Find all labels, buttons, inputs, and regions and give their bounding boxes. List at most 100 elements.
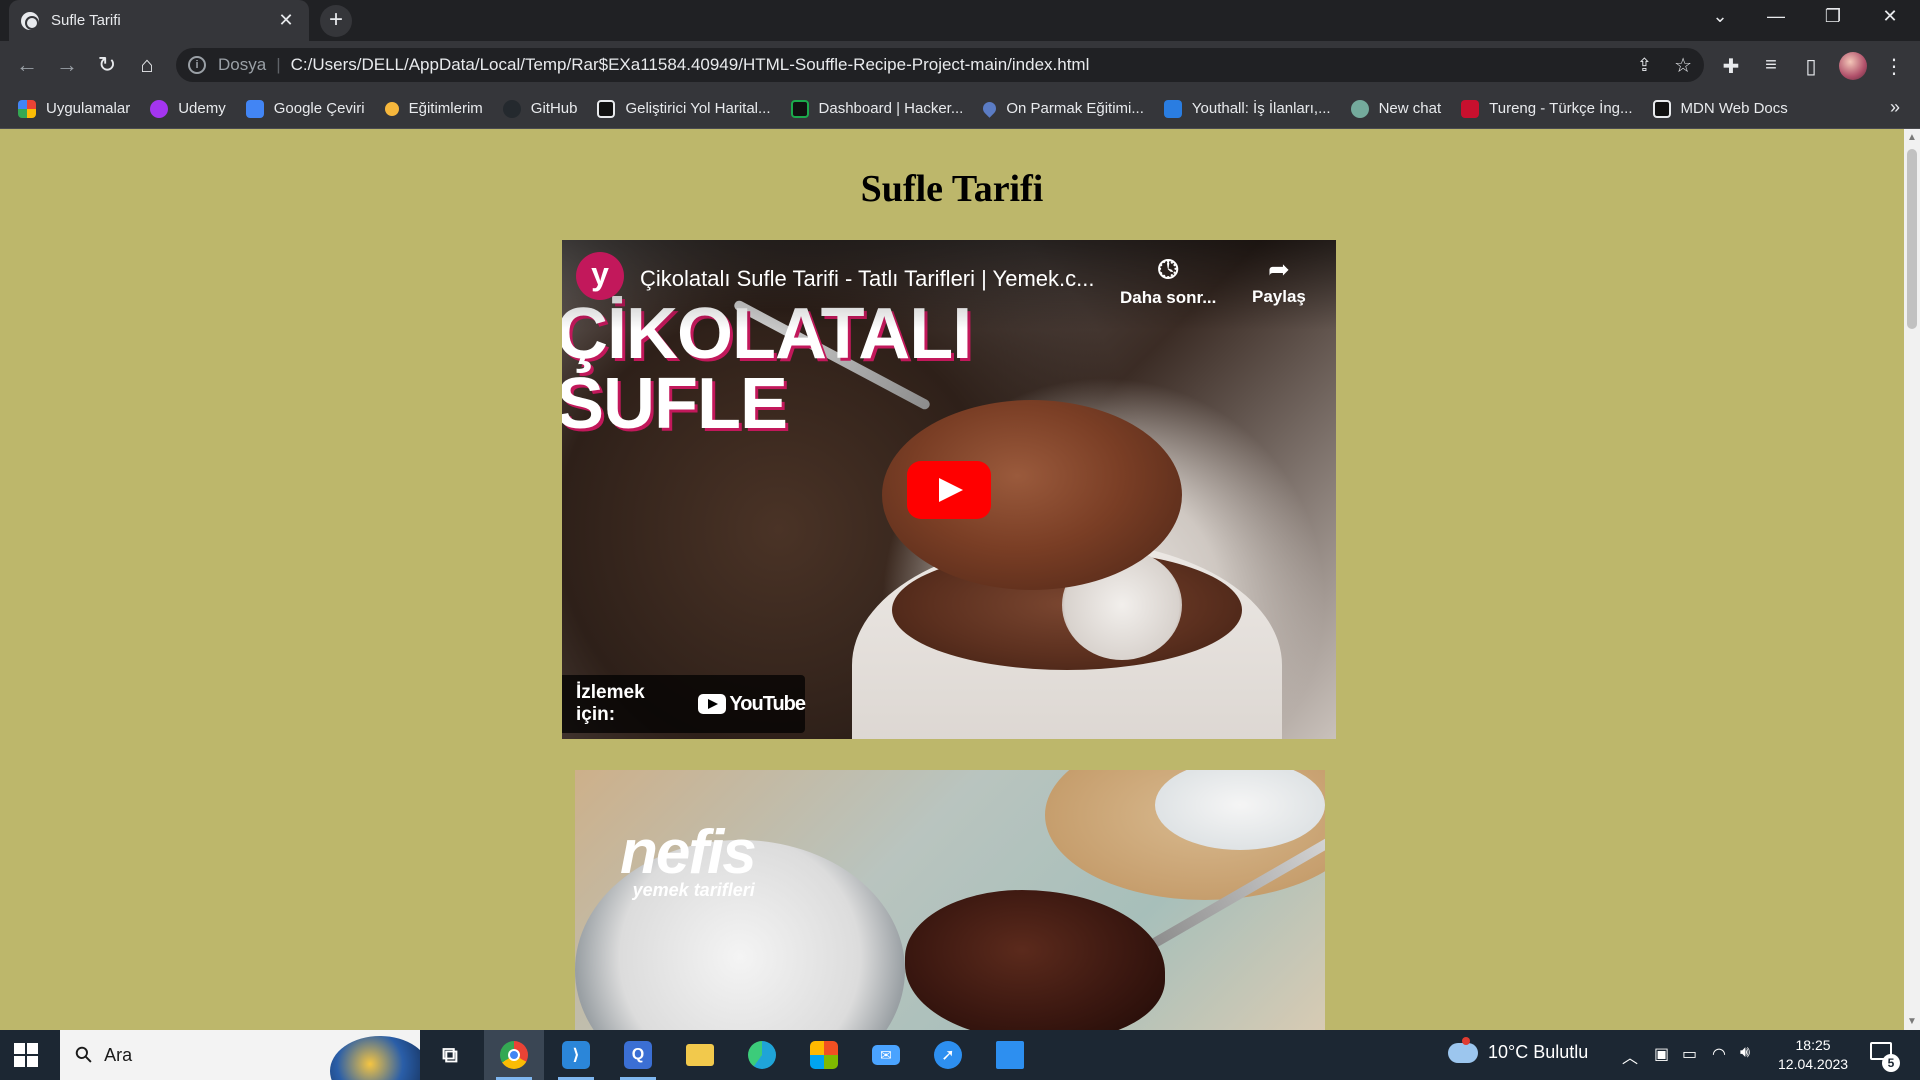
share-label: Paylaş	[1252, 287, 1306, 306]
google-translate-icon	[245, 99, 264, 118]
profile-avatar[interactable]	[1839, 52, 1867, 80]
home-button[interactable]: ⌂	[132, 50, 162, 80]
hackerrank-icon	[790, 99, 809, 118]
apps-grid-icon	[18, 99, 36, 118]
tab-sufle-tarifi[interactable]: Sufle Tarifi ✕	[9, 0, 309, 41]
bookmark-google-ceviri[interactable]: Google Çeviri	[245, 99, 365, 118]
tab-title: Sufle Tarifi	[51, 12, 121, 29]
search-icon: ⚲	[69, 1040, 99, 1070]
bookmark-hackerrank[interactable]: Dashboard | Hacker...	[790, 99, 963, 118]
meet-icon[interactable]: ▣	[1654, 1044, 1669, 1064]
notification-center-button[interactable]: 5	[1868, 1040, 1900, 1072]
circle-icon	[384, 101, 399, 116]
youtube-logo: YouTube	[698, 692, 806, 716]
bookmark-udemy[interactable]: Udemy	[150, 99, 226, 118]
bookmark-youthall[interactable]: Youthall: İş İlanları,...	[1163, 99, 1331, 118]
bookmark-uygulamalar[interactable]: Uygulamalar	[18, 99, 130, 118]
watch-later-button[interactable]: 🕓︎ Daha sonr...	[1120, 254, 1216, 308]
search-highlight-image	[330, 1036, 420, 1080]
tab-search-chevron-icon[interactable]: ⌄	[1700, 6, 1740, 27]
side-panel-icon[interactable]: ▯	[1797, 54, 1825, 79]
bookmark-star-icon[interactable]: ☆	[1674, 53, 1692, 78]
youthall-icon	[1163, 99, 1182, 118]
share-icon[interactable]: ⇪	[1637, 55, 1652, 76]
wifi-icon[interactable]: ◠	[1712, 1044, 1726, 1064]
battery-icon[interactable]: ▭	[1682, 1044, 1697, 1064]
share-button[interactable]: ➦ Paylaş	[1252, 254, 1306, 307]
store-icon	[810, 1041, 838, 1069]
address-bar[interactable]: i Dosya | C:/Users/DELL/AppData/Local/Te…	[176, 48, 1704, 82]
bookmark-on-parmak[interactable]: On Parmak Eğitimi...	[980, 99, 1144, 118]
windows-start-icon[interactable]	[14, 1043, 38, 1067]
menu-dots-icon[interactable]: ⋮	[1880, 54, 1908, 79]
task-view-icon: ⧉	[442, 1042, 458, 1067]
channel-logo[interactable]: y	[576, 252, 624, 300]
taskbar-store[interactable]	[794, 1030, 854, 1080]
taskbar-mail[interactable]: ✉	[856, 1030, 916, 1080]
media-controls-icon[interactable]: ≡	[1757, 54, 1785, 77]
weather-widget[interactable]: 10°C Bulutlu	[1448, 1036, 1588, 1063]
close-window-button[interactable]: ✕	[1870, 6, 1910, 27]
bookmark-egitimlerim[interactable]: Eğitimlerim	[384, 100, 483, 117]
mdn-icon	[1652, 99, 1671, 118]
clock-time: 18:25	[1795, 1037, 1831, 1053]
browser-toolbar: ← → ↻ ⌂ i Dosya | C:/Users/DELL/AppData/…	[0, 41, 1920, 89]
volume-icon[interactable]: 🔊︎	[1740, 1044, 1750, 1062]
taskbar-chrome[interactable]	[484, 1030, 544, 1080]
watch-on-label: İzlemek için:	[576, 682, 645, 725]
page-scrollbar[interactable]: ▲ ▼	[1904, 129, 1920, 1030]
clock-icon: 🕓︎	[1157, 254, 1179, 284]
bookmark-github[interactable]: GitHub	[502, 99, 577, 118]
nefis-watermark: nefis yemek tarifleri	[620, 822, 757, 901]
bookmark-gelistirici-yol-haritasi[interactable]: Geliştirici Yol Harital...	[597, 99, 771, 118]
scroll-up-icon[interactable]: ▲	[1907, 132, 1917, 143]
new-tab-button[interactable]: +	[320, 5, 352, 37]
back-button[interactable]: ←	[12, 50, 42, 80]
youtube-wordmark: YouTube	[729, 692, 806, 715]
scroll-thumb[interactable]	[1907, 149, 1917, 329]
taskbar-app-square[interactable]	[980, 1030, 1040, 1080]
souffle-photo: nefis yemek tarifleri	[575, 770, 1325, 1030]
taskbar-search[interactable]: ⚲ Ara	[60, 1030, 420, 1080]
forward-button[interactable]: →	[52, 50, 82, 80]
bookmark-new-chat[interactable]: New chat	[1350, 99, 1441, 118]
app-square-icon	[996, 1041, 1024, 1069]
task-view-button[interactable]: ⧉	[420, 1030, 480, 1080]
info-icon[interactable]: i	[188, 56, 206, 74]
windows-taskbar: ⚲ Ara ⧉ ⟩ Q ✉ ➚ 10°C Bulutlu ︿ ▣ ▭ ◠ 🔊︎	[0, 1030, 1920, 1080]
taskbar-file-explorer[interactable]	[670, 1030, 730, 1080]
chatgpt-icon	[1350, 99, 1369, 118]
play-button[interactable]	[907, 461, 991, 519]
bookmark-tureng[interactable]: Tureng - Türkçe İng...	[1461, 99, 1633, 118]
drop-icon	[980, 99, 1000, 118]
youtube-embed[interactable]: ÇİKOLATALI SUFLE y Çikolatalı Sufle Tari…	[562, 240, 1336, 739]
url-text[interactable]: C:/Users/DELL/AppData/Local/Temp/Rar$EXa…	[291, 55, 1090, 75]
reload-button[interactable]: ↻	[92, 50, 122, 80]
scroll-down-icon[interactable]: ▼	[1907, 1016, 1917, 1027]
taskbar-search-placeholder: Ara	[104, 1044, 133, 1065]
tureng-icon	[1461, 99, 1480, 118]
bookmarks-overflow-icon[interactable]: »	[1890, 97, 1900, 118]
taskbar-vscode[interactable]: ⟩	[546, 1030, 606, 1080]
folder-icon	[686, 1044, 714, 1066]
watch-on-youtube-button[interactable]: İzlemek için: YouTube	[562, 675, 806, 733]
bookmark-mdn[interactable]: MDN Web Docs	[1652, 99, 1788, 118]
mail-icon: ✉	[872, 1045, 900, 1065]
compass-icon: ➚	[934, 1041, 962, 1069]
globe-icon	[21, 11, 39, 30]
close-tab-icon[interactable]: ✕	[275, 10, 297, 31]
taskbar-edge[interactable]	[732, 1030, 792, 1080]
vscode-icon: ⟩	[562, 1041, 590, 1069]
restore-button[interactable]: ❐	[1813, 6, 1853, 27]
taskbar-clock[interactable]: 18:25 12.04.2023	[1778, 1036, 1848, 1074]
taskbar-qt[interactable]: Q	[608, 1030, 668, 1080]
extensions-icon[interactable]: ✚	[1717, 54, 1745, 79]
bookmark-label: MDN Web Docs	[1680, 100, 1788, 117]
molten-chocolate-image	[905, 890, 1165, 1030]
video-title[interactable]: Çikolatalı Sufle Tarifi - Tatlı Tarifler…	[640, 266, 1094, 292]
udemy-icon	[150, 99, 169, 118]
scheme-label: Dosya	[218, 55, 267, 74]
taskbar-app-compass[interactable]: ➚	[918, 1030, 978, 1080]
minimize-button[interactable]: —	[1756, 6, 1796, 27]
tray-chevron-icon[interactable]: ︿	[1622, 1044, 1638, 1068]
